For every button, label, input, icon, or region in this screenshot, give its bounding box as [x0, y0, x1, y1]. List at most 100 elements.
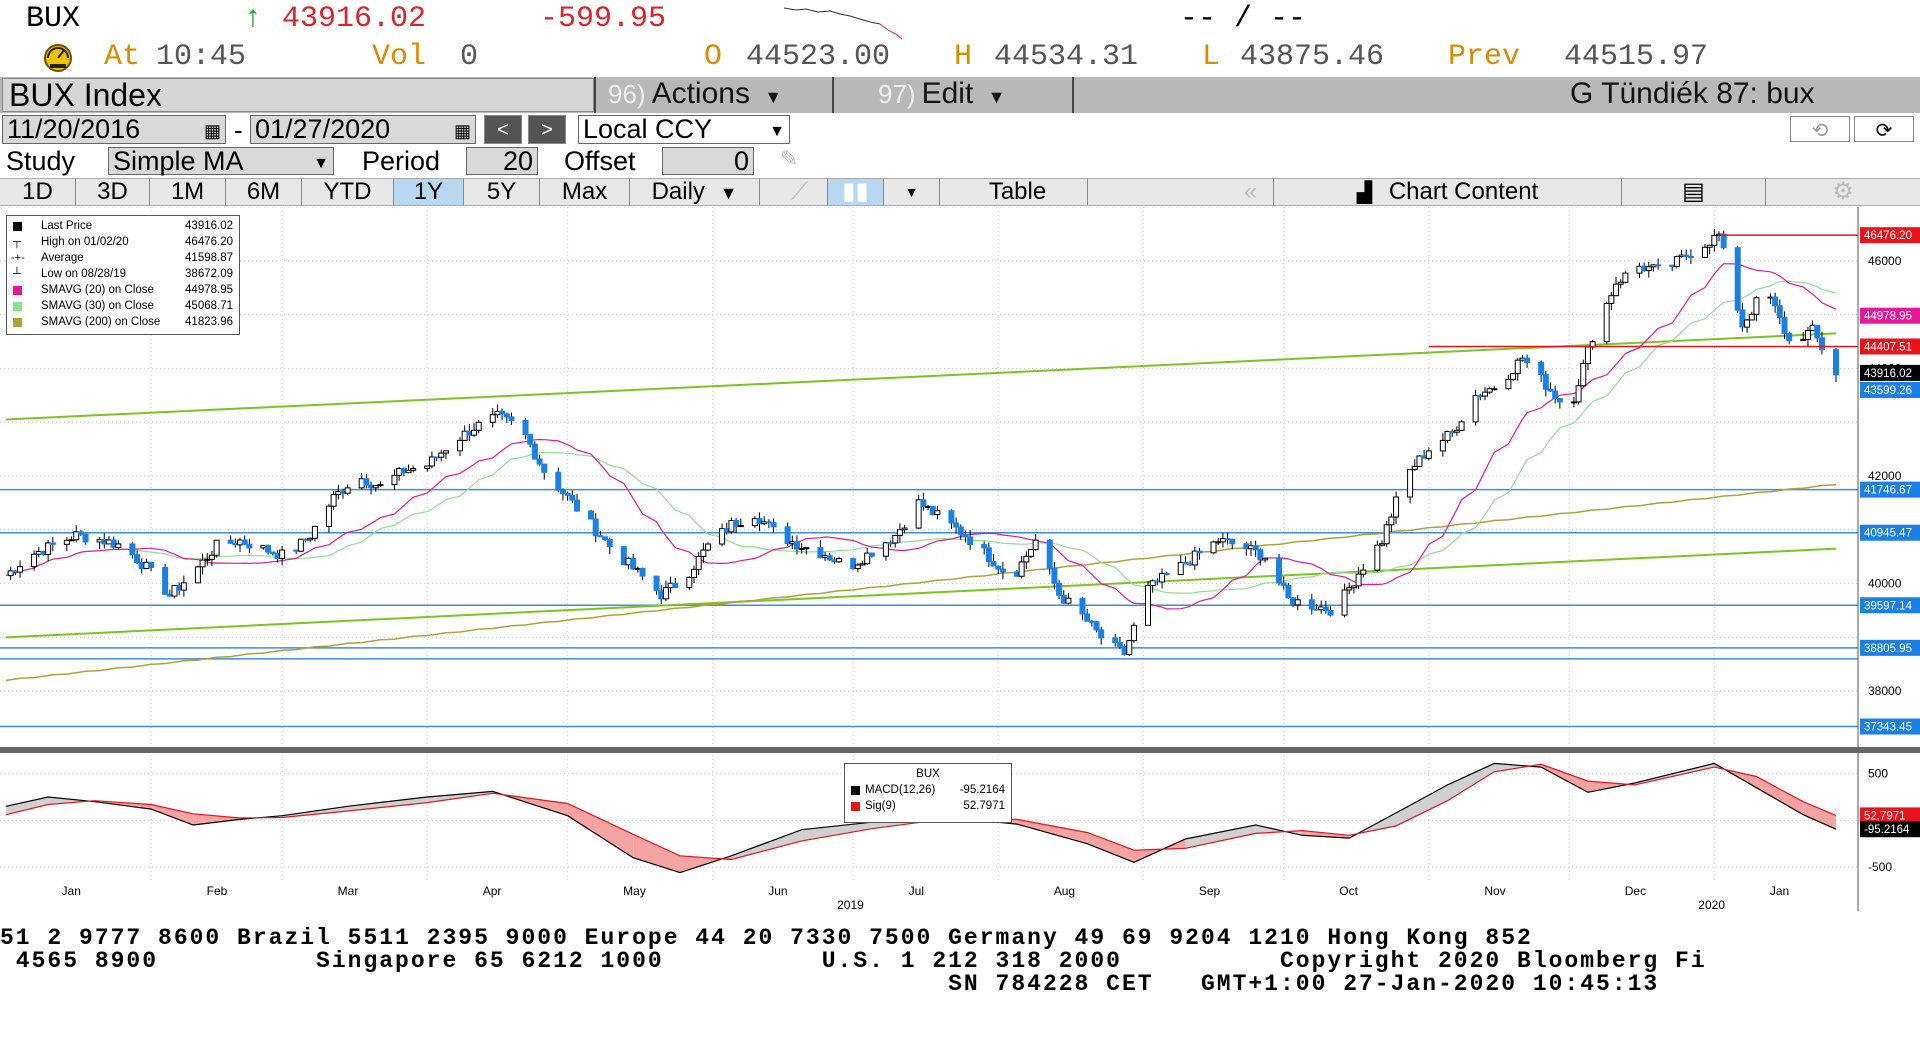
tab-1d-label: 1D [22, 178, 53, 205]
macd-legend[interactable]: BUX MACD(12,26) -95.2164 Sig(9) 52.7971 [844, 763, 1012, 823]
up-arrow-icon: ↑ [244, 2, 263, 36]
candle-body [770, 522, 777, 528]
at-label: At [104, 40, 141, 74]
tab-5y[interactable]: 5Y [464, 179, 540, 205]
candle-body [199, 559, 206, 568]
undo-button[interactable]: ⟲ [1790, 116, 1850, 142]
candle-body [700, 549, 707, 557]
candle-body [1608, 295, 1615, 304]
net-change: -599.95 [540, 2, 667, 36]
candle-body [325, 505, 332, 527]
x-tick-label: Feb [207, 884, 228, 898]
candle-body [630, 557, 637, 570]
candle-body [1196, 550, 1203, 554]
candle-body [541, 463, 548, 473]
calendar-icon[interactable]: ▦ [454, 118, 471, 145]
period-input[interactable]: 20 [466, 147, 538, 175]
tab-1y[interactable]: 1Y [394, 179, 464, 205]
annotate-icon[interactable]: ▤ [1622, 179, 1766, 205]
offset-input[interactable]: 0 [662, 147, 754, 175]
candle-body [1046, 539, 1053, 569]
candle-body [363, 478, 370, 486]
collapse-icon[interactable]: « [1228, 179, 1274, 205]
candle-body [536, 458, 543, 465]
gauge-icon [40, 42, 76, 82]
tab-1m[interactable]: 1M [150, 179, 226, 205]
x-tick-label: Dec [1625, 884, 1646, 898]
range-tabs: 1D 3D 1M 6M YTD 1Y 5Y Max Daily ▼ ⟋ ▮▮ ▼… [0, 178, 1920, 206]
study-select[interactable]: Simple MA ▼ [108, 147, 334, 175]
offset-label: Offset [564, 146, 636, 176]
tab-max-label: Max [561, 178, 608, 205]
study-label: Study [6, 146, 76, 176]
x-tick-label: May [623, 884, 646, 898]
price-legend[interactable]: Last Price 43916.02 ┬ High on 01/02/20 4… [6, 215, 240, 335]
x-tick-label: Apr [483, 884, 502, 898]
chart-content-button[interactable]: ▟ Chart Content [1274, 179, 1622, 205]
candle-body [691, 568, 698, 578]
candle-body [981, 543, 988, 549]
price-label-text: 43599.26 [1864, 385, 1912, 397]
pencil-icon[interactable]: ✎ [780, 146, 798, 172]
candle-body [1814, 324, 1821, 339]
candle-body [1603, 302, 1610, 343]
candle-body [1262, 557, 1269, 561]
frequency-select[interactable]: Daily ▼ [630, 179, 760, 205]
legend-value: 52.7971 [963, 800, 1005, 812]
y-tick-label: 38000 [1868, 684, 1902, 698]
candle-body [990, 561, 997, 567]
candle-body [1542, 373, 1549, 390]
candle-body [569, 494, 576, 501]
previous-period-button[interactable]: < [484, 115, 522, 144]
last-price: 43916.02 [282, 2, 427, 36]
caret-down-icon: ▼ [719, 183, 738, 203]
tab-max[interactable]: Max [540, 179, 630, 205]
candle-body [456, 439, 463, 452]
panel-divider[interactable] [0, 747, 1920, 753]
candle-body [1734, 247, 1741, 311]
gear-icon[interactable]: ⚙ [1766, 179, 1920, 205]
currency-select[interactable]: Local CCY ▼ [578, 115, 790, 144]
period-label: Period [362, 146, 441, 176]
legend-square-icon [851, 786, 860, 795]
table-button[interactable]: Table [948, 179, 1088, 205]
start-date-field[interactable]: 11/20/2016 ▦ [2, 115, 226, 144]
tab-3d[interactable]: 3D [76, 179, 150, 205]
tab-6m[interactable]: 6M [226, 179, 302, 205]
candle-body [1355, 573, 1362, 587]
quote-row-2: At 10:45 Vol 0 O 44523.00 H 44534.31 L 4… [0, 40, 1920, 78]
edit-menu-label: Edit [921, 77, 974, 110]
legend-row-sma20: SMAVG (20) on Close 44978.95 [11, 282, 235, 298]
tab-1d[interactable]: 1D [0, 179, 76, 205]
legend-label: MACD(12,26) [865, 784, 936, 796]
chart-type-dropdown[interactable]: ▼ [884, 179, 940, 205]
edit-menu[interactable]: 97) Edit ▼ [878, 78, 1005, 112]
tab-ytd[interactable]: YTD [302, 179, 394, 205]
candle-body [1126, 640, 1133, 656]
legend-label: Last Price [41, 220, 93, 232]
high-lines [1428, 234, 1858, 348]
line-chart-icon[interactable]: ⟋ [772, 179, 828, 205]
candle-body [934, 510, 941, 516]
security-field[interactable]: BUX Index [2, 78, 594, 112]
candle-body [134, 554, 141, 564]
calendar-icon[interactable]: ▦ [204, 118, 221, 145]
candle-body [410, 468, 417, 471]
candle-body [1032, 539, 1039, 551]
actions-menu[interactable]: 96) Actions ▼ [608, 78, 782, 112]
quote-row-1: BUX ↑ 43916.02 -599.95 -- / -- [0, 2, 1920, 40]
actions-menu-label: Actions [651, 77, 750, 110]
next-period-button[interactable]: > [528, 115, 566, 144]
legend-row-average: -+- Average 41598.87 [11, 250, 235, 266]
candle-chart-icon[interactable]: ▮▮ [828, 179, 884, 205]
candle-body [1748, 313, 1755, 321]
end-date-field[interactable]: 01/27/2020 ▦ [250, 115, 476, 144]
candle-body [330, 493, 337, 507]
candle-body [1673, 256, 1680, 267]
redo-button[interactable]: ⟳ [1854, 116, 1914, 142]
function-name: G Tündiék 87: bux [1570, 77, 1815, 110]
candle-body [868, 552, 875, 557]
actions-menu-number: 96) [608, 79, 646, 109]
x-tick-label: Jul [909, 884, 924, 898]
legend-square-icon [851, 802, 860, 811]
